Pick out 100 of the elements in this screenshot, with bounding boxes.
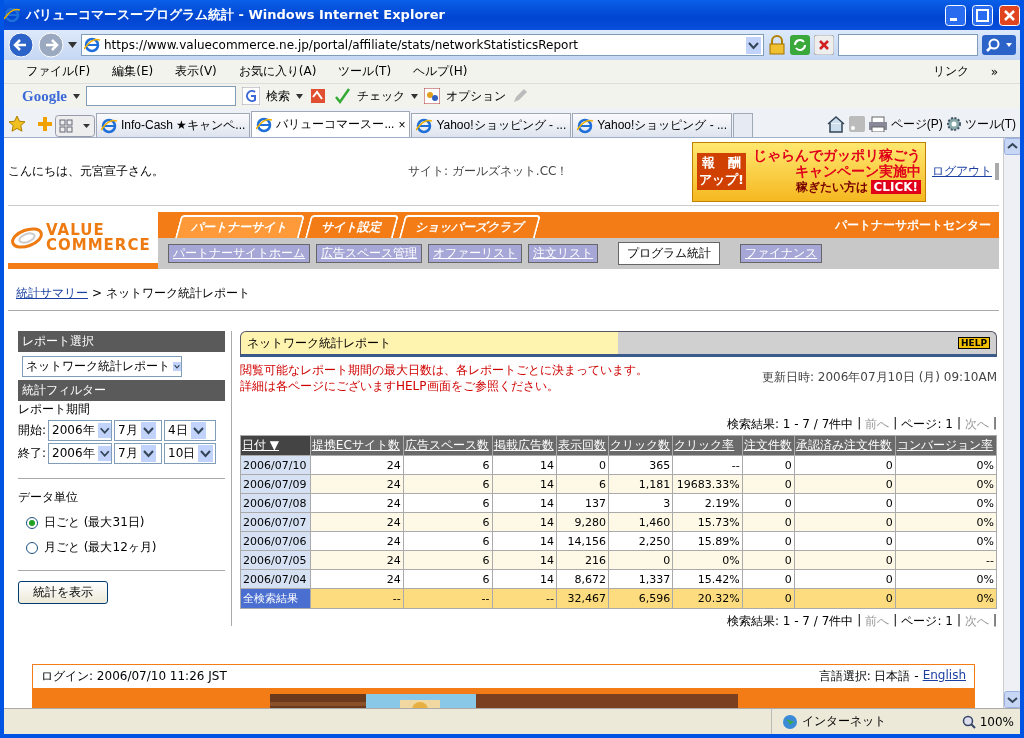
english-link[interactable]: English [922, 668, 966, 686]
home-icon[interactable] [825, 115, 846, 133]
dropdown[interactable]: 2006年 [48, 420, 113, 441]
column-header[interactable]: 注文件数 [742, 435, 795, 456]
dropdown[interactable]: 2006年 [48, 443, 113, 464]
google-search-field[interactable] [86, 86, 236, 106]
ad-badge-text: 報 酬 [700, 154, 742, 172]
search-field[interactable] [838, 34, 978, 56]
refresh-icon[interactable] [790, 35, 810, 55]
options-button[interactable]: オプション [446, 87, 506, 105]
more-button[interactable]: » [990, 64, 998, 79]
dropdown-icon [190, 422, 206, 439]
table-cell: 1,337 [608, 569, 673, 589]
column-header[interactable]: 掲載広告数 [492, 435, 557, 456]
google-logo[interactable]: Google [22, 87, 67, 105]
zoom-button[interactable]: 100% [961, 714, 1014, 729]
ad-click-label: CLICK! [870, 180, 921, 195]
menu-item[interactable]: 編集(E) [112, 63, 154, 80]
greeting-text: こんにちは、元宮宣子さん。 [8, 163, 165, 180]
menu-item[interactable]: ヘルプ(H) [413, 63, 468, 80]
breadcrumb-link[interactable]: 統計サマリー [16, 285, 88, 302]
ad-headline: じゃらんでガッポリ稼ごう [753, 146, 921, 163]
tab-list-icon[interactable] [55, 115, 95, 137]
table-cell: 0 [794, 531, 896, 551]
check-button[interactable]: チェック [357, 87, 405, 105]
radio-button[interactable] [26, 541, 38, 554]
browser-tab[interactable]: Info-Cash ★キャンペ... [96, 113, 251, 137]
menu-item[interactable]: お気に入り(A) [238, 63, 317, 80]
favorites-star-icon[interactable] [8, 115, 26, 133]
pager-text: | [893, 613, 898, 630]
search-icon[interactable] [982, 35, 1016, 55]
lock-icon [768, 35, 786, 55]
google-g-icon [242, 87, 260, 105]
search-button[interactable]: 検索 [266, 87, 290, 105]
scroll-up-icon[interactable] [1004, 138, 1020, 155]
browser-tab[interactable]: Yahoo!ショッピング - ... [411, 113, 572, 137]
address-field[interactable]: https://www.valuecommerce.ne.jp/portal/affiliate/stats/networkStatisticsReport [81, 34, 764, 56]
logout-link[interactable]: ログアウト [932, 163, 999, 180]
updated-text: 更新日時: 2006年07月10日 (月) 09:10AM [761, 369, 997, 386]
column-header[interactable]: 広告スペース数 [403, 435, 493, 456]
zoom-icon [961, 714, 976, 729]
stop-icon[interactable] [814, 35, 834, 55]
table-cell: 24 [310, 569, 404, 589]
date-label: 開始: [18, 422, 47, 439]
tools-menu[interactable]: ツール(T) [964, 115, 1016, 133]
pager-text: | [956, 416, 961, 433]
dropdown-icon [97, 422, 112, 439]
dropdown[interactable]: 4日 [164, 420, 217, 441]
browser-logo-icon [577, 117, 594, 134]
tab-close-button[interactable]: × [398, 117, 406, 132]
dropdown[interactable]: ネットワーク統計レポート [22, 356, 182, 377]
dropdown-icon[interactable] [68, 42, 77, 48]
pager-text: | [992, 613, 997, 630]
radio-button[interactable] [26, 516, 38, 529]
page-menu[interactable]: ページ(P) [890, 115, 943, 133]
column-header[interactable]: クリック数 [608, 435, 673, 456]
logo-text: COMMERCE [46, 237, 151, 253]
pager-text: | [956, 613, 961, 630]
dropdown[interactable]: 7月 [114, 443, 163, 464]
pager-text: 検索結果: 1 - 7 / 7件中 [726, 416, 854, 434]
printer-icon[interactable] [867, 116, 888, 132]
dropdown-icon[interactable] [73, 93, 80, 99]
help-button[interactable]: HELP [958, 337, 990, 349]
column-header[interactable]: 表示回数 [556, 435, 609, 456]
column-header[interactable]: クリック率 [672, 435, 743, 456]
show-stats-button[interactable]: 統計を表示 [18, 581, 108, 604]
maximize-icon[interactable] [972, 4, 993, 26]
column-header[interactable]: 提携ECサイト数 [310, 435, 404, 456]
menu-item[interactable]: 表示(V) [175, 63, 217, 80]
browser-tab[interactable]: バリューコマースー... × [251, 111, 411, 137]
browser-tab[interactable]: Yahoo!ショッピング - ... [572, 113, 733, 137]
report-title: ネットワーク統計レポート [247, 334, 392, 352]
pager-text: 検索結果: 1 - 7 / 7件中 [726, 613, 854, 631]
dropdown[interactable]: 7月 [114, 420, 163, 441]
column-header[interactable]: 承認済み注文件数 [794, 435, 896, 456]
gear-icon[interactable] [945, 116, 962, 132]
dropdown-icon [198, 445, 214, 462]
dropdown-icon [140, 422, 156, 439]
column-header[interactable]: コンバージョン率 [895, 435, 997, 456]
pager-text: | [857, 416, 862, 433]
options-icon[interactable] [424, 88, 440, 104]
close-icon[interactable] [999, 4, 1020, 26]
table-cell: 6 [403, 493, 493, 513]
window-title: バリューコマースープログラム統計 - Windows Internet Explorer [26, 6, 446, 24]
minimize-icon[interactable] [945, 4, 966, 26]
links-label[interactable]: リンク [932, 63, 969, 80]
dropdown[interactable]: 10日 [164, 443, 217, 464]
dropdown-icon[interactable] [411, 93, 418, 99]
dropdown-icon[interactable] [746, 36, 761, 54]
subnav-tab[interactable]: プログラム統計 [618, 242, 720, 265]
spellcheck-icon[interactable] [333, 87, 351, 105]
menu-item[interactable]: ファイル(F) [26, 63, 91, 80]
back-icon[interactable] [8, 32, 34, 58]
scroll-down-icon[interactable] [1004, 691, 1020, 708]
table-cell: 6 [403, 569, 493, 589]
logo-text: VALUE [46, 222, 105, 238]
dropdown-icon [97, 445, 112, 462]
column-header[interactable]: 日付 ▼ [240, 435, 311, 456]
dropdown-icon[interactable] [296, 93, 303, 99]
menu-item[interactable]: ツール(T) [338, 63, 392, 80]
